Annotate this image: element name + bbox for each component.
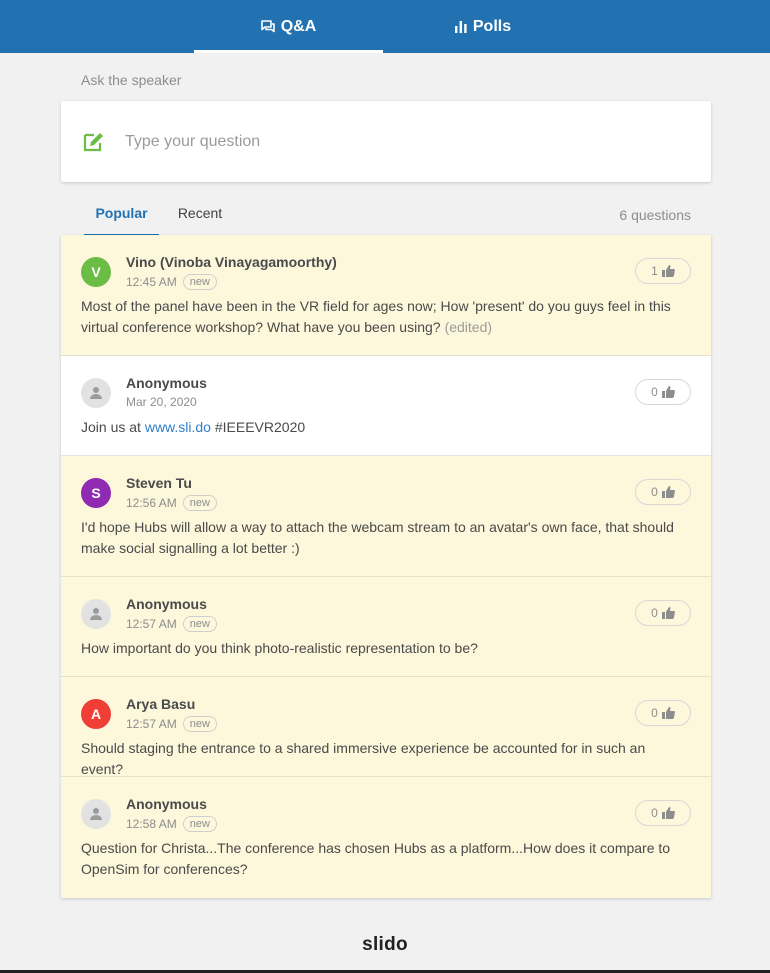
question-item: Anonymous 12:58 AM new 0 Question for Ch… xyxy=(61,777,711,898)
question-input[interactable]: Type your question xyxy=(61,101,711,182)
like-count: 0 xyxy=(651,706,658,720)
avatar xyxy=(81,378,111,408)
thumbs-up-icon xyxy=(661,607,675,619)
avatar: V xyxy=(81,257,111,287)
question-item: Anonymous 12:57 AM new 0 How important d… xyxy=(61,577,711,677)
like-count: 0 xyxy=(651,806,658,820)
like-button[interactable]: 0 xyxy=(635,479,691,505)
question-author: Arya Basu xyxy=(126,696,196,712)
question-meta: Mar 20, 2020 xyxy=(126,395,197,409)
like-button[interactable]: 1 xyxy=(635,258,691,284)
thumbs-up-icon xyxy=(661,707,675,719)
ask-the-speaker-label: Ask the speaker xyxy=(81,72,182,88)
question-meta: 12:57 AM new xyxy=(126,616,217,632)
question-input-placeholder: Type your question xyxy=(125,133,261,150)
question-body: Most of the panel have been in the VR fi… xyxy=(81,298,671,335)
tab-popular[interactable]: Popular xyxy=(84,200,159,236)
question-meta: 12:57 AM new xyxy=(126,716,217,732)
question-body-start: Join us at xyxy=(81,419,141,435)
edit-note-icon xyxy=(81,129,107,155)
avatar xyxy=(81,799,111,829)
question-body: How important do you think photo-realist… xyxy=(81,640,478,656)
thumbs-up-icon xyxy=(661,265,675,277)
thumbs-up-icon xyxy=(661,486,675,498)
bar-chart-icon xyxy=(454,20,467,33)
new-badge: new xyxy=(182,816,217,832)
tab-polls-label: Polls xyxy=(472,17,512,35)
question-count: 6 questions xyxy=(619,207,691,223)
question-time: 12:57 AM xyxy=(126,717,177,731)
question-author: Anonymous xyxy=(126,596,207,612)
question-text: Join us at www.sli.do #IEEEVR2020 xyxy=(81,417,691,438)
question-time: Mar 20, 2020 xyxy=(126,395,197,409)
question-author: Steven Tu xyxy=(126,475,192,491)
question-item: Anonymous Mar 20, 2020 0 Join us at www.… xyxy=(61,356,711,456)
question-item: A Arya Basu 12:57 AM new 0 Should stagin… xyxy=(61,677,711,777)
question-text: Most of the panel have been in the VR fi… xyxy=(81,296,691,338)
new-badge: new xyxy=(182,616,217,632)
question-time: 12:45 AM xyxy=(126,275,177,289)
question-author: Anonymous xyxy=(126,796,207,812)
question-time: 12:57 AM xyxy=(126,617,177,631)
new-badge: new xyxy=(182,495,217,511)
like-count: 1 xyxy=(651,264,658,278)
like-count: 0 xyxy=(651,606,658,620)
question-body: Question for Christa...The conference ha… xyxy=(81,840,671,877)
question-list: V Vino (Vinoba Vinayagamoorthy) 12:45 AM… xyxy=(61,235,711,898)
tab-popular-label: Popular xyxy=(95,205,148,221)
avatar: A xyxy=(81,699,111,729)
new-badge: new xyxy=(182,716,217,732)
question-body-end: #IEEEVR2020 xyxy=(214,419,306,435)
like-button[interactable]: 0 xyxy=(635,379,691,405)
question-body: Should staging the entrance to a shared … xyxy=(81,740,646,777)
question-time: 12:58 AM xyxy=(126,817,177,831)
like-button[interactable]: 0 xyxy=(635,800,691,826)
tab-qa-label: Q&A xyxy=(280,17,317,35)
top-navigation-bar: Q&A Polls xyxy=(0,0,770,53)
question-meta: 12:45 AM new xyxy=(126,274,217,290)
question-item: S Steven Tu 12:56 AM new 0 I'd hope Hubs… xyxy=(61,456,711,577)
tab-recent-label: Recent xyxy=(177,205,223,221)
thumbs-up-icon xyxy=(661,386,675,398)
question-body: I'd hope Hubs will allow a way to attach… xyxy=(81,519,674,556)
chat-bubbles-icon xyxy=(260,19,275,34)
person-icon xyxy=(90,608,102,620)
tab-polls[interactable]: Polls xyxy=(383,0,583,53)
person-icon xyxy=(90,808,102,820)
new-badge: new xyxy=(182,274,217,290)
question-item: V Vino (Vinoba Vinayagamoorthy) 12:45 AM… xyxy=(61,235,711,356)
question-author: Vino (Vinoba Vinayagamoorthy) xyxy=(126,254,337,270)
question-meta: 12:56 AM new xyxy=(126,495,217,511)
avatar xyxy=(81,599,111,629)
question-time: 12:56 AM xyxy=(126,496,177,510)
like-button[interactable]: 0 xyxy=(635,600,691,626)
question-meta: 12:58 AM new xyxy=(126,816,217,832)
avatar: S xyxy=(81,478,111,508)
like-count: 0 xyxy=(651,385,658,399)
like-button[interactable]: 0 xyxy=(635,700,691,726)
question-author: Anonymous xyxy=(126,375,207,391)
thumbs-up-icon xyxy=(661,807,675,819)
tab-recent[interactable]: Recent xyxy=(168,200,232,236)
slido-logo: slido xyxy=(362,934,408,955)
tab-qa[interactable]: Q&A xyxy=(194,0,383,53)
sli-do-link[interactable]: www.sli.do xyxy=(145,419,211,435)
like-count: 0 xyxy=(651,485,658,499)
edited-label: (edited) xyxy=(444,319,493,335)
person-icon xyxy=(90,387,102,399)
